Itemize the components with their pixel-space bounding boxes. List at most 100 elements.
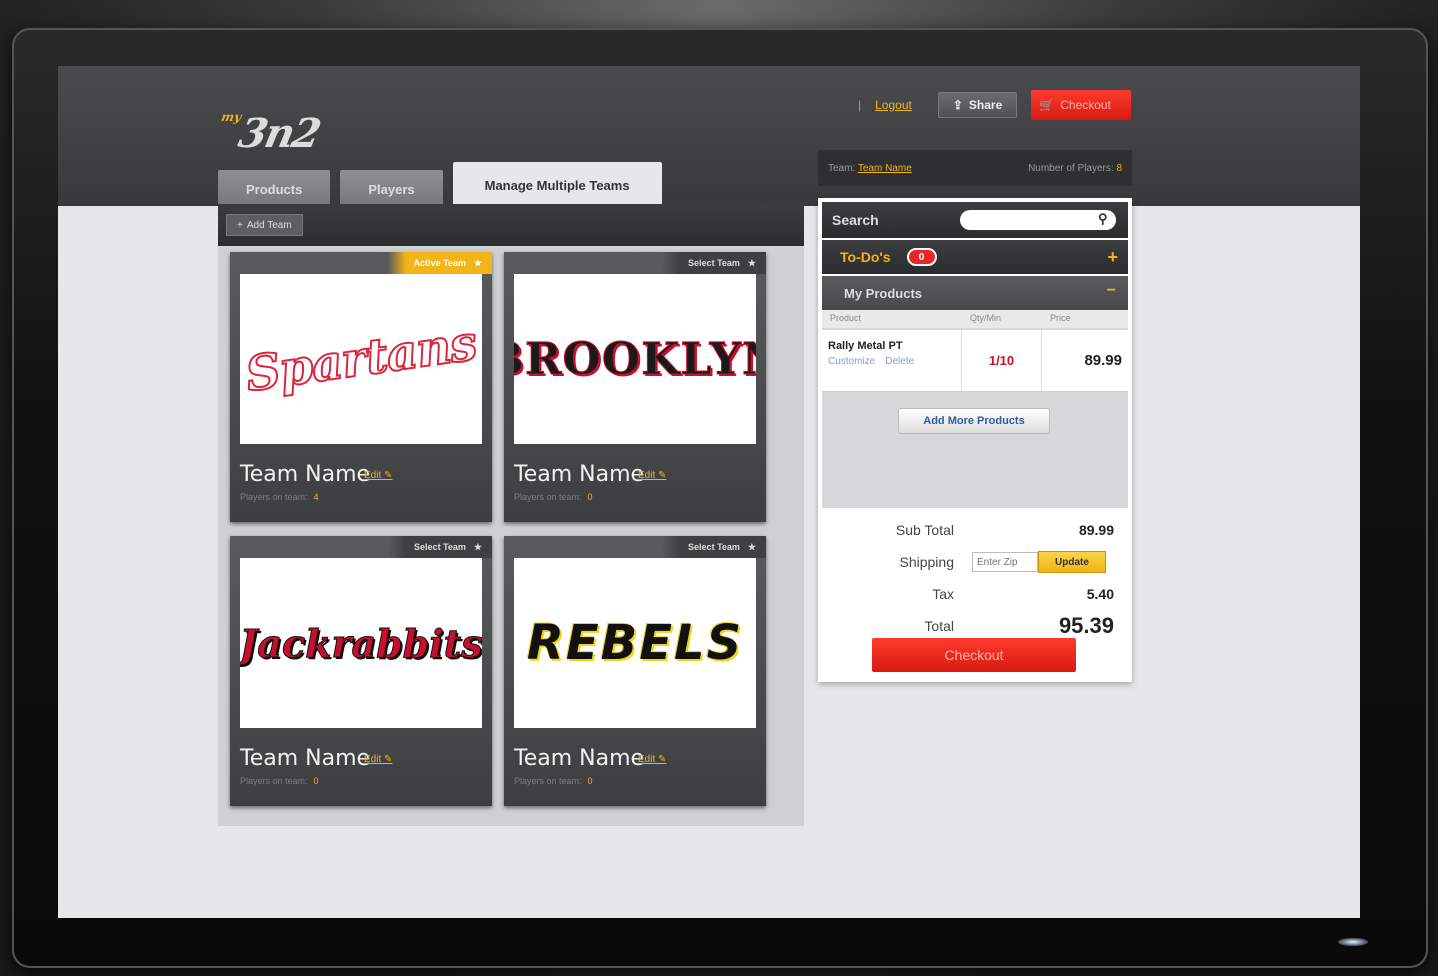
separator: |	[858, 98, 862, 112]
top-links: | Logout ⇪ Share 🛒 Checkout	[858, 90, 1132, 120]
checkout-button-top[interactable]: 🛒 Checkout	[1031, 90, 1132, 120]
todo-row[interactable]: To-Do's 0 +	[822, 240, 1128, 274]
edit-link[interactable]: Edit ✎	[364, 754, 392, 765]
players-count: 4	[313, 492, 319, 502]
team-logo-text: REBELS	[526, 615, 744, 671]
team-logo: Jackrabbits	[240, 558, 482, 728]
my-products-label: My Products	[844, 285, 923, 301]
players-count: 0	[313, 776, 319, 786]
team-logo: BROOKLYN	[514, 274, 756, 444]
team-name: Team Name	[514, 746, 645, 771]
players-count: 0	[587, 492, 593, 502]
team-card[interactable]: Select Team ★ BROOKLYN Team Name Edit ✎ …	[504, 252, 766, 522]
team-info-bar: Team: Team Name Number of Players: 8	[818, 150, 1132, 186]
share-label: Share	[968, 98, 1003, 112]
pencil-icon: ✎	[658, 470, 667, 481]
todo-label: To-Do's	[840, 249, 891, 265]
team-card[interactable]: Active Team ★ Spartans Team Name Edit ✎ …	[230, 252, 492, 522]
team-logo-text: Spartans	[241, 314, 480, 404]
search-label: Search	[832, 212, 879, 228]
zip-input[interactable]	[972, 552, 1038, 572]
search-icon[interactable]: ⚲	[1098, 211, 1108, 227]
star-icon: ★	[747, 257, 756, 268]
edit-link[interactable]: Edit ✎	[638, 754, 666, 765]
tab-products[interactable]: Products	[218, 170, 331, 208]
subtotal-label: Sub Total	[895, 522, 954, 538]
select-label-text: Select Team	[688, 258, 740, 268]
collapse-minus-icon[interactable]: −	[1107, 282, 1116, 300]
total-value: 95.39	[1058, 613, 1114, 638]
add-more-products-button[interactable]: Add More Products	[898, 408, 1050, 434]
star-icon: ★	[747, 541, 756, 552]
players-count: 0	[587, 776, 593, 786]
pencil-icon: ✎	[384, 754, 393, 765]
search-row: Search ⚲	[822, 202, 1128, 238]
table-row: Rally Metal PT Customize Delete 1/10 89.…	[822, 330, 1128, 392]
add-team-button[interactable]: + Add Team	[226, 214, 303, 236]
products-area: Product Qty/Min Price Rally Metal PT Cus…	[822, 310, 1128, 508]
main-tabs: Products Players Manage Multiple Teams	[218, 162, 662, 208]
players-count-label: Number of Players:	[1028, 162, 1114, 174]
share-button[interactable]: ⇪ Share	[937, 92, 1018, 118]
customize-link[interactable]: Customize	[828, 356, 875, 367]
select-label-text: Select Team	[688, 542, 740, 552]
players-on-team: Players on team: 0	[514, 492, 593, 502]
edit-label: Edit	[364, 470, 382, 481]
column-qty: Qty/Min	[970, 313, 1002, 323]
team-name-link[interactable]: Team Name	[858, 163, 912, 174]
delete-link[interactable]: Delete	[885, 356, 914, 367]
power-light	[1338, 938, 1368, 946]
search-input[interactable]	[960, 210, 1116, 230]
team-label: Team:	[828, 162, 856, 174]
product-actions: Customize Delete	[828, 356, 955, 367]
team-card[interactable]: Select Team ★ Jackrabbits Team Name Edit…	[230, 536, 492, 806]
products-table-header: Product Qty/Min Price	[822, 310, 1128, 328]
edit-link[interactable]: Edit ✎	[638, 470, 666, 481]
tax-value: 5.40	[1086, 586, 1114, 602]
edit-label: Edit	[364, 754, 382, 765]
team-name: Team Name	[240, 746, 371, 771]
my-products-header[interactable]: My Products −	[822, 276, 1128, 310]
subtotal-value: 89.99	[1078, 522, 1114, 538]
checkout-label: Checkout	[1060, 98, 1111, 112]
players-label: Players on team:	[514, 776, 582, 786]
shipping-row: Shipping Update	[822, 546, 1128, 578]
players-label: Players on team:	[240, 492, 308, 502]
team-card[interactable]: Select Team ★ REBELS Team Name Edit ✎ Pl…	[504, 536, 766, 806]
cart-icon: 🛒	[1039, 98, 1055, 112]
team-name: Team Name	[514, 462, 645, 487]
select-team-button[interactable]: Select Team ★	[662, 536, 766, 558]
logo-prefix: my	[220, 110, 243, 124]
select-team-button[interactable]: Select Team ★	[388, 536, 492, 558]
edit-link[interactable]: Edit ✎	[364, 470, 392, 481]
product-cell: Rally Metal PT Customize Delete	[822, 330, 962, 391]
plus-icon: +	[237, 219, 243, 231]
active-team-label[interactable]: Active Team ★	[387, 252, 492, 274]
tab-players[interactable]: Players	[340, 170, 443, 208]
update-button[interactable]: Update	[1038, 551, 1106, 573]
checkout-button[interactable]: Checkout	[872, 638, 1076, 672]
logout-link[interactable]: Logout	[875, 98, 912, 112]
teams-panel: + Add Team Active Team ★ Spartans Team N…	[218, 204, 804, 826]
add-team-label: Add Team	[246, 219, 292, 231]
select-team-button[interactable]: Select Team ★	[662, 252, 766, 274]
expand-plus-icon[interactable]: +	[1107, 247, 1118, 268]
tab-manage-multiple-teams[interactable]: Manage Multiple Teams	[452, 162, 662, 208]
pencil-icon: ✎	[384, 470, 393, 481]
players-label: Players on team:	[240, 776, 308, 786]
app-logo[interactable]: my3n2	[213, 110, 323, 157]
column-product: Product	[830, 313, 862, 323]
total-label: Total	[924, 618, 954, 634]
pencil-icon: ✎	[658, 754, 667, 765]
product-price: 89.99	[1084, 352, 1122, 369]
team-logo-text: BROOKLYN	[514, 333, 756, 385]
totals: Sub Total 89.99 Shipping Update Tax 5.40…	[822, 514, 1128, 642]
players-count: 8	[1116, 162, 1122, 174]
product-qty: 1/10	[962, 330, 1042, 391]
edit-label: Edit	[638, 754, 656, 765]
star-icon: ★	[473, 257, 482, 268]
team-info-left: Team: Team Name	[828, 163, 912, 174]
team-info-right: Number of Players: 8	[1028, 163, 1122, 174]
app-screen: my3n2 | Logout ⇪ Share 🛒 Checkout Produc…	[58, 66, 1360, 918]
product-name: Rally Metal PT	[828, 340, 903, 352]
